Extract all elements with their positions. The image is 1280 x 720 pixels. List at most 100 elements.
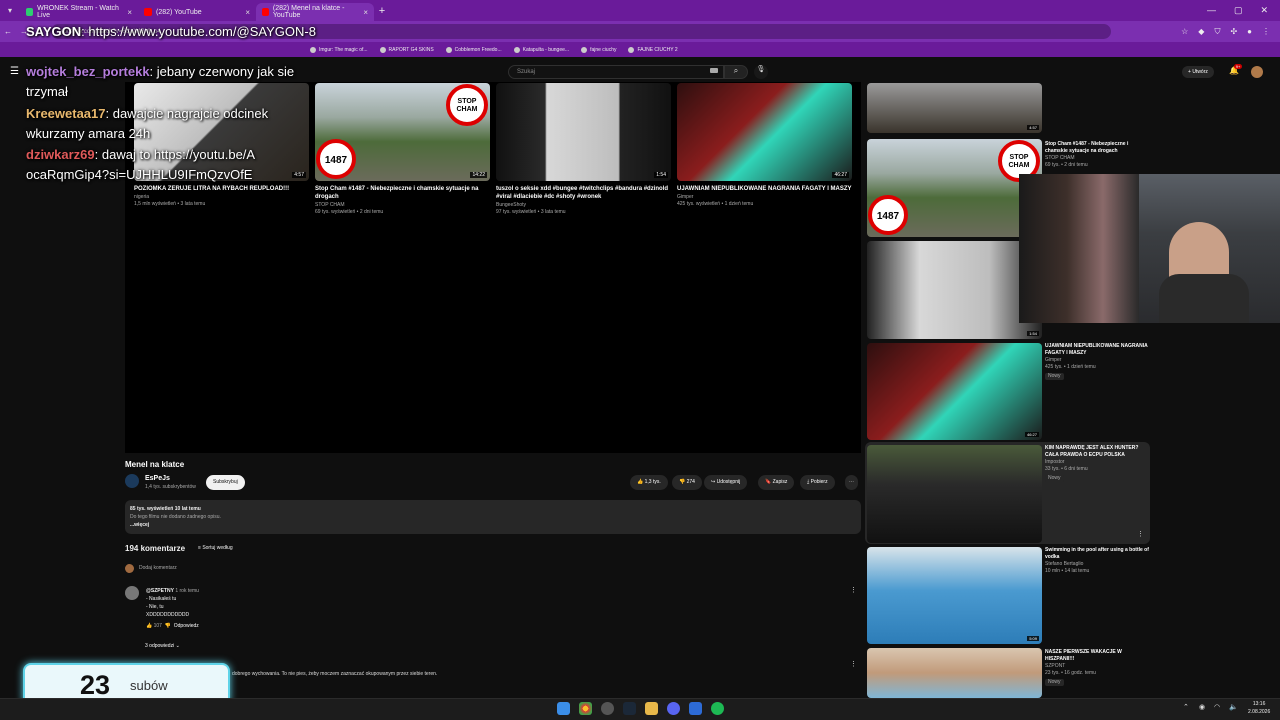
bookmark-item[interactable]: FAJNE CIUCHY 2 (628, 46, 678, 53)
new-tab-button[interactable]: + (374, 5, 390, 17)
maximize-icon[interactable]: ▢ (1234, 5, 1243, 16)
app-icon[interactable] (689, 702, 702, 715)
end-card-video[interactable]: 46:27 UJAWNIAM NIEPUBLIKOWANE NAGRANIA F… (677, 83, 852, 207)
video-meta: 1,5 mln wyświetleń • 3 lata temu (134, 201, 206, 207)
comment-like-button[interactable]: 👍 107 (146, 623, 162, 629)
end-card-video[interactable]: 1:54 tuszol o seksie xdd #bungee #twitch… (496, 83, 671, 215)
video-menu-icon[interactable]: ⋮ (1137, 530, 1144, 538)
steam-icon[interactable] (623, 702, 636, 715)
wifi-icon[interactable]: ◠ (1214, 703, 1220, 711)
dislike-button[interactable]: 👎 274 (672, 475, 702, 490)
tray-app-icon[interactable]: ◉ (1199, 703, 1205, 711)
search-button[interactable]: ⌕ (724, 65, 748, 79)
puzzle-icon[interactable]: ✣ (1230, 27, 1237, 37)
kebab-menu-icon[interactable]: ⋮ (1262, 27, 1270, 37)
share-button[interactable]: ↪ Udostępnij (704, 475, 748, 490)
bookmark-item[interactable]: Katapulta - bungee... (513, 46, 569, 53)
show-replies-button[interactable]: 3 odpowiedzi ⌄ (145, 643, 180, 649)
start-icon[interactable] (557, 702, 570, 715)
minimize-icon[interactable]: — (1207, 5, 1216, 16)
bookmark-item[interactable]: Cobblemon Freedo... (445, 46, 502, 53)
clothes-rack (1019, 174, 1139, 323)
close-window-icon[interactable]: ✕ (1260, 5, 1268, 16)
tab-youtube-home[interactable]: (282) YouTube × (138, 3, 256, 21)
user-avatar (125, 564, 134, 573)
new-badge: Nowy (1045, 475, 1064, 482)
download-button[interactable]: ⤓ Pobierz (800, 475, 835, 490)
sidebar-thumbnail[interactable]: 1487 STOP CHAM (867, 139, 1042, 237)
sidebar-video-meta[interactable]: Swimming in the pool after using a bottl… (1045, 547, 1150, 575)
sidebar-video-meta[interactable]: NASZE PIERWSZE WAKACJE W HISZPANII!!! SZ… (1045, 649, 1150, 686)
channel-avatar[interactable] (125, 474, 139, 488)
tab-wronek[interactable]: WRONEK Stream - Watch Live × (20, 3, 138, 21)
download-label: Pobierz (810, 479, 828, 485)
user-avatar[interactable] (1251, 66, 1263, 78)
bookmark-item[interactable]: Imgur: The magic of... (310, 46, 368, 53)
comment-menu-icon[interactable]: ⋮ (850, 586, 857, 594)
keyboard-icon[interactable] (710, 68, 718, 73)
duration-badge: 46:27 (832, 172, 849, 178)
extension-icon[interactable]: ◆ (1198, 27, 1204, 37)
system-clock[interactable]: 13:16 2.08.2026 (1248, 700, 1270, 716)
comment-author[interactable]: @SZPETNY (146, 588, 174, 594)
show-more-link[interactable]: ...więcej (130, 521, 856, 529)
tab-search-icon[interactable]: ▾ (0, 6, 20, 15)
bookmark-item[interactable]: fajne ciuchy (581, 46, 616, 53)
subscribe-button[interactable]: Subskrybuj (206, 475, 245, 490)
star-icon[interactable]: ☆ (1181, 27, 1188, 37)
video-title: Swimming in the pool after using a bottl… (1045, 547, 1149, 560)
close-tab-icon[interactable]: × (127, 8, 132, 17)
close-tab-icon[interactable]: × (363, 8, 368, 17)
video-title: UJAWNIAM NIEPUBLIKOWANE NAGRANIA FAGATY … (1045, 343, 1148, 356)
sidebar-video-meta[interactable]: Stop Cham #1487 - Niebezpieczne i chamsk… (1045, 141, 1150, 169)
search-input[interactable]: Szukaj (508, 65, 724, 79)
like-button[interactable]: 👍 1,3 tys. (630, 475, 668, 490)
comment-avatar[interactable] (125, 586, 139, 600)
spotify-icon[interactable] (711, 702, 724, 715)
sidebar-thumbnail[interactable]: 5:09 (867, 547, 1042, 644)
microphone-button[interactable]: 🎙 (754, 65, 768, 79)
video-meta: 33 tys. • 6 dni temu (1045, 466, 1088, 472)
sidebar-video-meta[interactable]: UJAWNIAM NIEPUBLIKOWANE NAGRANIA FAGATY … (1045, 343, 1150, 380)
chat-username: Kreewetaa17 (26, 106, 106, 121)
shield-icon[interactable]: ⛉ (1214, 27, 1220, 37)
tray-chevron-icon[interactable]: ⌃ (1183, 703, 1189, 711)
extensions-bar: ☆ ◆ ⛉ ✣ ● ⋮ (1181, 27, 1280, 37)
sidebar-thumbnail[interactable]: 46:27 (867, 343, 1042, 440)
create-button[interactable]: + Utwórz (1182, 66, 1214, 78)
comment-menu-icon[interactable]: ⋮ (850, 660, 857, 668)
comment-dislike-icon[interactable]: 👎 (165, 623, 171, 629)
end-card-video[interactable]: 1487 STOP CHAM 14:22 Stop Cham #1487 - N… (315, 83, 490, 215)
folder-icon[interactable] (645, 702, 658, 715)
sidebar-video-meta[interactable]: KIM NAPRAWDĘ JEST ALEX HUNTER? CAŁA PRAW… (1045, 445, 1150, 482)
add-comment-input[interactable]: Dodaj komentarz (139, 565, 177, 571)
profile-icon[interactable]: ● (1247, 27, 1252, 37)
chat-username: dziwkarz69 (26, 147, 95, 162)
channel-name[interactable]: EsPeJs (145, 475, 170, 482)
bookmark-label: RAPORT G4 SKINS (388, 46, 434, 53)
volume-icon[interactable]: 🔈 (1229, 703, 1238, 711)
back-icon[interactable]: ← (4, 27, 12, 36)
sidebar-thumbnail[interactable] (867, 445, 1042, 543)
sidebar-thumbnail[interactable] (867, 648, 1042, 698)
tab-youtube-video[interactable]: (282) Menel na klatce - YouTube × (256, 3, 374, 21)
search-icon: ⌕ (733, 66, 739, 75)
chrome-icon[interactable] (579, 702, 592, 715)
chat-username: SAYGON (26, 24, 82, 39)
close-tab-icon[interactable]: × (245, 8, 250, 17)
github-icon[interactable] (601, 702, 614, 715)
video-title: POZIOMKA ZERUJE LITRA NA RYBACH REUPLOAD… (134, 186, 290, 192)
save-button[interactable]: 🔖 Zapisz (758, 475, 795, 490)
hamburger-menu-icon[interactable]: ☰ (10, 66, 19, 77)
sidebar-thumbnail[interactable]: 1:54 (867, 241, 1042, 339)
more-actions-button[interactable]: ⋯ (845, 475, 858, 490)
sort-comments-button[interactable]: ≡ Sortuj według (198, 545, 233, 551)
discord-icon[interactable] (667, 702, 680, 715)
svg-text:STOP: STOP (458, 98, 477, 105)
chevron-down-icon: ⌄ (175, 643, 180, 649)
bookmark-item[interactable]: RAPORT G4 SKINS (379, 46, 434, 53)
sidebar-thumbnail[interactable]: 4:57 (867, 83, 1042, 133)
reply-button[interactable]: Odpowiedz (174, 623, 199, 629)
description-box[interactable]: 85 tys. wyświetleń 10 lat temu Do tego f… (125, 500, 861, 534)
bookmark-favicon (445, 46, 452, 53)
